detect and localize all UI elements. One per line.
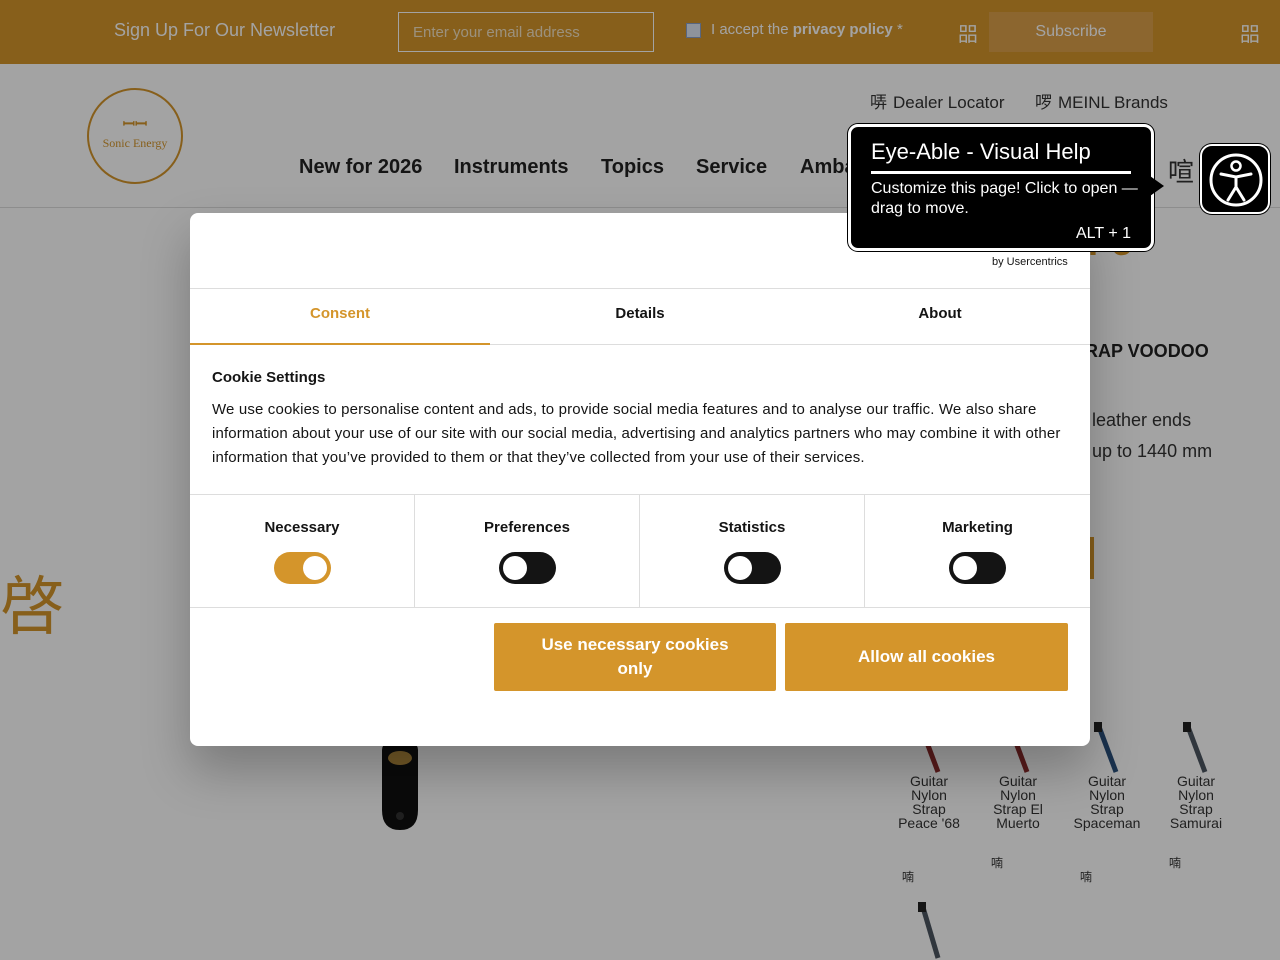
cookie-settings-title: Cookie Settings: [212, 369, 326, 386]
tab-consent[interactable]: Consent: [190, 289, 490, 345]
marketing-toggle[interactable]: [949, 552, 1006, 584]
toggle-knob: [953, 556, 977, 580]
statistics-toggle[interactable]: [723, 552, 781, 584]
category-label: Necessary: [264, 519, 340, 536]
tab-details[interactable]: Details: [490, 289, 790, 345]
category-preferences: Preferences: [415, 495, 640, 608]
category-marketing: Marketing: [865, 495, 1090, 608]
necessary-toggle[interactable]: [273, 552, 331, 584]
use-necessary-cookies-button[interactable]: Use necessary cookies only: [494, 623, 776, 691]
eye-able-shortcut: ALT + 1: [1076, 225, 1131, 242]
cookie-consent-dialog: Cookiebot by Usercentrics Consent Detail…: [190, 213, 1090, 746]
category-label: Marketing: [942, 519, 1013, 536]
eye-able-tooltip-arrow: [1150, 176, 1164, 196]
category-label: Statistics: [718, 519, 786, 536]
preferences-toggle[interactable]: [498, 552, 556, 584]
accessibility-person-icon: [1209, 153, 1263, 207]
allow-all-cookies-button[interactable]: Allow all cookies: [785, 623, 1068, 691]
eye-able-tooltip: Eye-Able - Visual Help Customize this pa…: [848, 124, 1154, 251]
toggle-knob: [502, 556, 527, 580]
cookie-tabs: Consent Details About: [190, 289, 1090, 345]
powered-by-text: by Usercentrics: [992, 256, 1068, 268]
category-necessary: Necessary: [190, 495, 415, 608]
eye-able-button[interactable]: [1200, 144, 1270, 214]
cookie-description: We use cookies to personalise content an…: [212, 401, 1061, 466]
toggle-knob: [302, 556, 327, 580]
eye-able-title: Eye-Able - Visual Help: [871, 139, 1131, 174]
tab-about[interactable]: About: [790, 289, 1090, 345]
toggle-knob: [727, 556, 752, 580]
category-label: Preferences: [484, 519, 570, 536]
category-statistics: Statistics: [640, 495, 865, 608]
eye-able-text: Customize this page! Click to open — dra…: [871, 180, 1138, 217]
cookie-body: Cookie Settings We use cookies to person…: [212, 369, 1068, 470]
cookie-category-toggles: Necessary Preferences Statistics Marketi…: [190, 494, 1090, 608]
